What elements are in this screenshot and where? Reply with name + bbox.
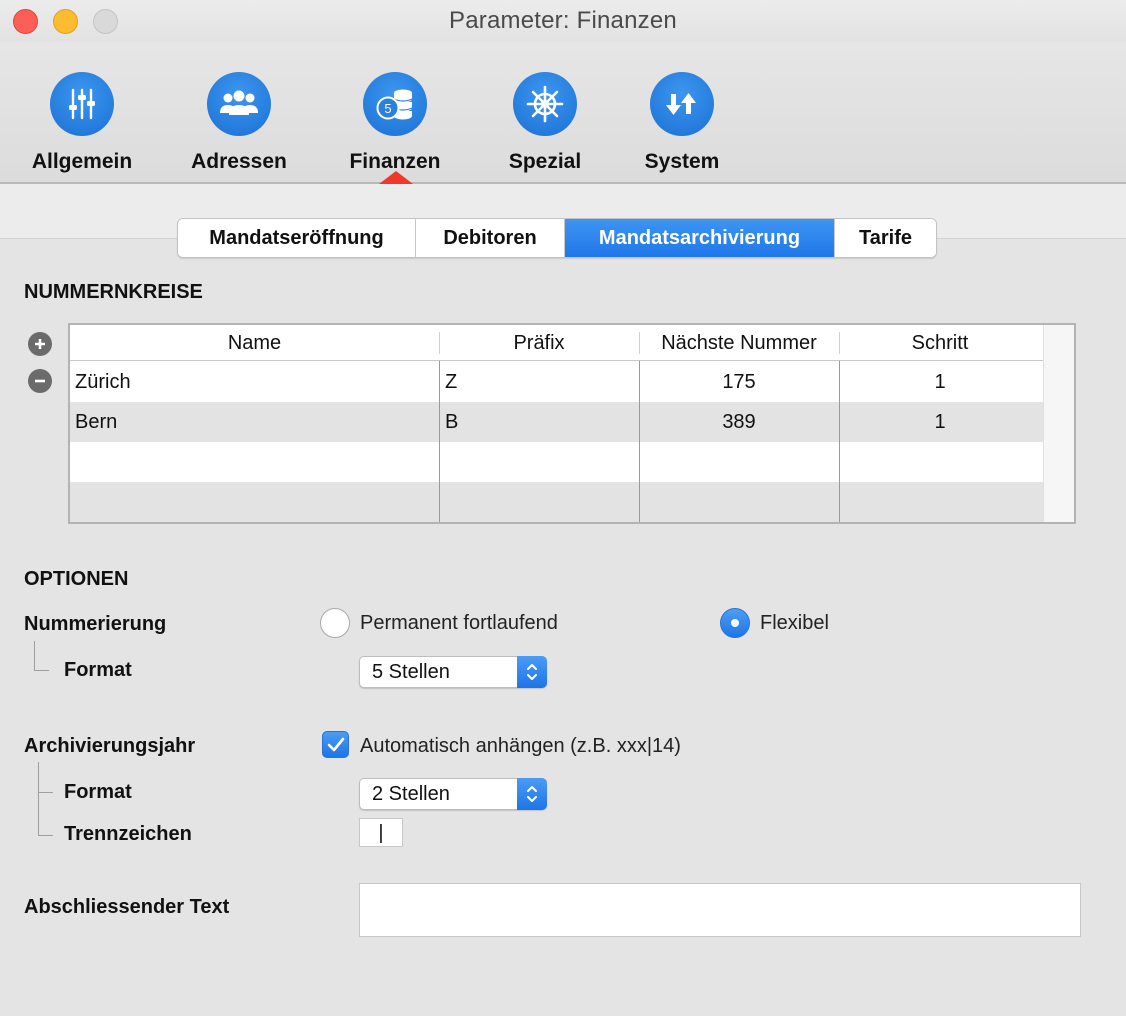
toolbar-item-system[interactable]: System (622, 72, 742, 174)
cell-next-number: 389 (722, 411, 756, 433)
cell-name: Bern (75, 411, 118, 433)
column-header-naechste-nummer[interactable]: Nächste Nummer (639, 325, 839, 361)
abschliessender-text-label: Abschliessender Text (24, 896, 230, 918)
column-header-name[interactable]: Name (70, 325, 439, 361)
plus-icon (35, 339, 45, 349)
sliders-icon (50, 72, 114, 136)
selected-toolbar-indicator (379, 171, 413, 184)
add-row-button[interactable] (28, 332, 52, 356)
automatisch-anhaengen-checkbox[interactable] (322, 731, 349, 758)
archivierungsjahr-format-label: Format (64, 781, 132, 803)
radio-flexibel[interactable] (720, 608, 750, 638)
table-row-empty[interactable] (70, 482, 1043, 522)
toolbar-label-adressen: Adressen (191, 150, 287, 173)
cell-step: 1 (934, 411, 946, 433)
tree-connector (34, 641, 49, 671)
coins-icon: 5 (363, 72, 427, 136)
radio-flexibel-label[interactable]: Flexibel (760, 612, 829, 635)
toolbar-item-spezial[interactable]: Spezial (485, 72, 605, 174)
table-header: Name Präfix Nächste Nummer Schritt (70, 325, 1043, 361)
toolbar-item-adressen[interactable]: Adressen (180, 72, 298, 174)
column-divider (439, 361, 440, 522)
arrows-updown-icon (650, 72, 714, 136)
people-icon (207, 72, 271, 136)
toolbar-label-allgemein: Allgemein (31, 150, 133, 173)
nummerierung-label: Nummerierung (24, 613, 167, 635)
tab-mandatseroeffnung[interactable]: Mandatseröffnung (178, 219, 416, 257)
updown-chevron-icon (517, 656, 547, 688)
table-row[interactable]: Bern B 389 1 (70, 402, 1043, 442)
archivierungsjahr-format-value: 2 Stellen (372, 783, 450, 805)
table-scrollbar[interactable] (1043, 325, 1074, 522)
nummerierung-format-select[interactable]: 5 Stellen (359, 656, 547, 688)
nummernkreise-heading: NUMMERNKREISE (24, 281, 203, 303)
updown-chevron-icon (517, 778, 547, 810)
radio-permanent-fortlaufend-label[interactable]: Permanent fortlaufend (360, 612, 558, 635)
abschliessender-text-field[interactable] (359, 883, 1081, 937)
cell-next-number: 175 (722, 371, 756, 393)
trennzeichen-value: | (378, 822, 384, 844)
toolbar-item-finanzen[interactable]: 5 Finanzen (335, 72, 455, 174)
window-title: Parameter: Finanzen (449, 7, 677, 34)
svg-text:5: 5 (384, 101, 391, 116)
radio-permanent-fortlaufend[interactable] (320, 608, 350, 638)
tab-tarife[interactable]: Tarife (835, 219, 936, 257)
column-divider (839, 361, 840, 522)
cell-prefix: B (445, 411, 459, 433)
ship-wheel-icon (513, 72, 577, 136)
trennzeichen-label: Trennzeichen (64, 823, 192, 845)
trennzeichen-field[interactable]: | (359, 818, 403, 847)
toolbar-label-spezial: Spezial (508, 150, 582, 173)
table-row-empty[interactable] (70, 442, 1043, 482)
cell-prefix: Z (445, 371, 458, 393)
tree-connector (38, 762, 53, 836)
nummernkreise-table: Name Präfix Nächste Nummer Schritt Züric… (68, 323, 1076, 524)
archivierungsjahr-label: Archivierungsjahr (24, 735, 196, 757)
column-header-praefix[interactable]: Präfix (439, 325, 639, 361)
tab-mandatsarchivierung[interactable]: Mandatsarchivierung (565, 219, 835, 257)
column-header-schritt[interactable]: Schritt (839, 325, 1041, 361)
tree-connector-branch (38, 792, 53, 793)
column-divider (639, 361, 640, 522)
nummerierung-format-label: Format (64, 659, 132, 681)
nummerierung-format-value: 5 Stellen (372, 661, 450, 683)
automatisch-anhaengen-label[interactable]: Automatisch anhängen (z.B. xxx|14) (360, 735, 681, 758)
tab-debitoren[interactable]: Debitoren (416, 219, 565, 257)
archivierungsjahr-format-select[interactable]: 2 Stellen (359, 778, 547, 810)
optionen-heading: OPTIONEN (24, 568, 129, 590)
cell-name: Zürich (75, 371, 131, 393)
toolbar-label-system: System (644, 150, 720, 173)
preferences-toolbar: Allgemein Adressen 5 Finanzen Spezial Sy… (0, 42, 1126, 184)
remove-row-button[interactable] (28, 369, 52, 393)
checkmark-icon (327, 737, 344, 751)
toolbar-item-allgemein[interactable]: Allgemein (23, 72, 141, 174)
cell-step: 1 (934, 371, 946, 393)
minus-icon (35, 379, 45, 383)
tab-bar: Mandatseröffnung Debitoren Mandatsarchiv… (177, 218, 937, 258)
table-row[interactable]: Zürich Z 175 1 (70, 362, 1043, 402)
title-bar: Parameter: Finanzen (0, 0, 1126, 42)
